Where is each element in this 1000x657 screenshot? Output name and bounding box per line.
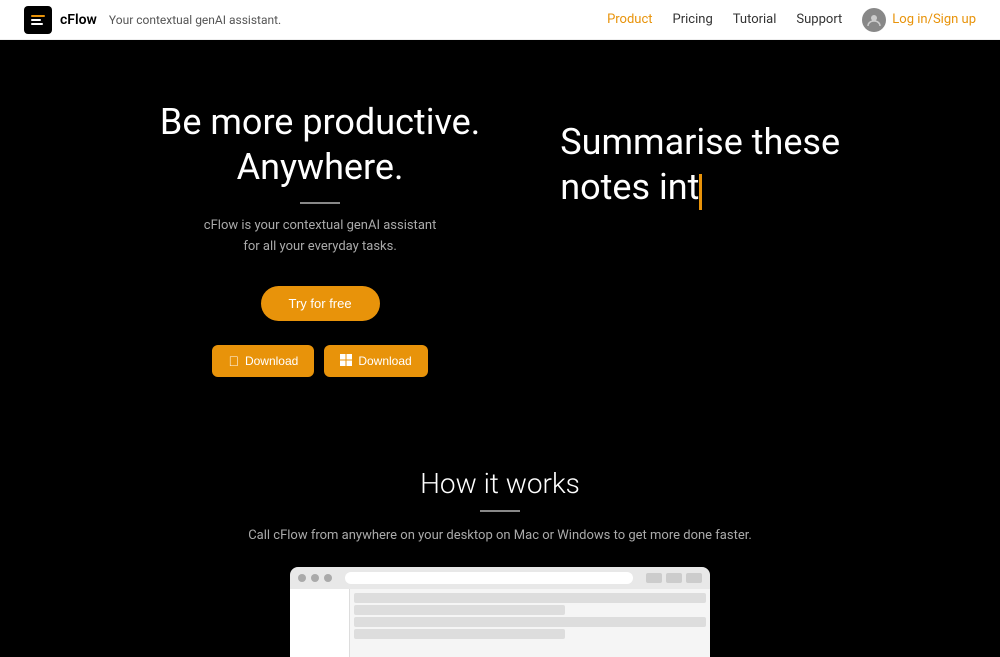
hero-section: Be more productive. Anywhere. cFlow is y… (0, 40, 1000, 427)
brand: cFlow Your contextual genAI assistant. (24, 6, 281, 34)
browser-dot-green (324, 574, 332, 582)
browser-content-row-2 (354, 605, 565, 615)
browser-content-row-3 (354, 617, 706, 627)
apple-icon:  (228, 353, 239, 369)
download-win-button[interactable]: Download (324, 345, 427, 377)
typing-line1: Summarise these (560, 121, 840, 163)
browser-main (350, 589, 710, 657)
how-it-works-section: How it works Call cFlow from anywhere on… (0, 427, 1000, 657)
browser-content-row-4 (354, 629, 565, 639)
download-mac-button[interactable]:  Download (212, 345, 314, 377)
auth-section[interactable]: Log in/Sign up (862, 8, 976, 32)
nav-pricing[interactable]: Pricing (673, 12, 713, 27)
how-subtitle: Call cFlow from anywhere on your desktop… (40, 528, 960, 543)
hero-title-line2: Anywhere. (237, 146, 404, 188)
browser-content-row-1 (354, 593, 706, 603)
browser-address-bar (345, 572, 633, 584)
brand-icon (24, 6, 52, 34)
typing-display: Summarise these notes int (560, 120, 840, 210)
browser-action-3 (686, 573, 702, 583)
hero-left-content: Be more productive. Anywhere. cFlow is y… (160, 100, 480, 377)
browser-dot-yellow (311, 574, 319, 582)
navbar: cFlow Your contextual genAI assistant. P… (0, 0, 1000, 40)
how-title: How it works (40, 467, 960, 500)
browser-toolbar (290, 567, 710, 589)
browser-action-buttons (646, 573, 702, 583)
hero-subtitle: cFlow is your contextual genAI assistant… (160, 216, 480, 258)
browser-content (290, 589, 710, 657)
nav-product[interactable]: Product (607, 12, 652, 27)
hero-divider (300, 202, 340, 204)
browser-dot-red (298, 574, 306, 582)
typing-line2: notes int (560, 166, 699, 208)
nav-tutorial[interactable]: Tutorial (733, 12, 777, 27)
windows-icon (340, 353, 352, 369)
user-avatar (862, 8, 886, 32)
typing-cursor (699, 174, 702, 210)
nav-support[interactable]: Support (796, 12, 842, 27)
browser-action-1 (646, 573, 662, 583)
try-free-button[interactable]: Try for free (261, 286, 380, 321)
hero-title: Be more productive. Anywhere. (160, 100, 480, 190)
browser-mockup (290, 567, 710, 657)
hero-title-line1: Be more productive. (160, 101, 480, 143)
login-signup-label[interactable]: Log in/Sign up (892, 12, 976, 27)
brand-tagline-label: Your contextual genAI assistant. (109, 13, 281, 27)
nav-links: Product Pricing Tutorial Support Log in/… (607, 8, 976, 32)
brand-name-label: cFlow (60, 12, 97, 28)
browser-sidebar (290, 589, 350, 657)
browser-action-2 (666, 573, 682, 583)
download-buttons:  Download Download (160, 345, 480, 377)
how-divider (480, 510, 520, 512)
hero-right-content: Summarise these notes int (560, 100, 840, 210)
